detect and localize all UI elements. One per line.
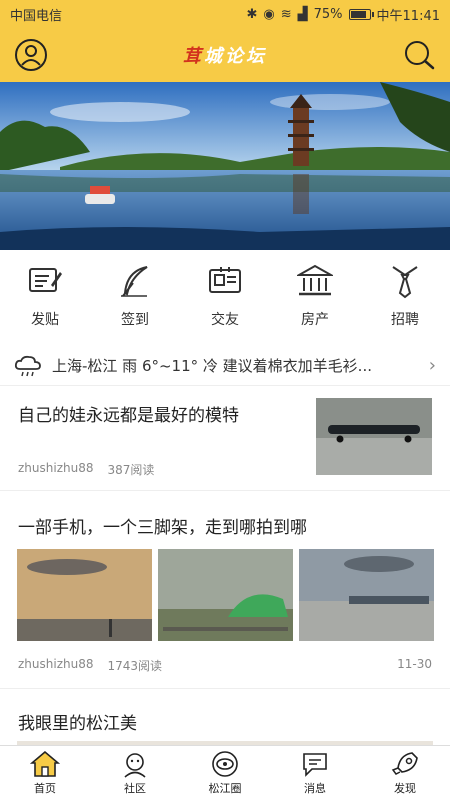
app-logo: 茸城论坛: [183, 42, 267, 68]
post-meta: zhushizhu88 1743阅读 11-30: [18, 657, 432, 674]
tab-songjiang-circle[interactable]: 松江圈: [190, 750, 260, 796]
quicknav-realestate[interactable]: 房产: [280, 263, 350, 329]
logo-first-char: 茸: [183, 46, 204, 67]
post-image: [158, 549, 293, 641]
post-item[interactable]: 一部手机，一个三脚架，走到哪拍到哪 zhushizhu88 1743阅读 11-…: [0, 491, 450, 689]
post-title: 一部手机，一个三脚架，走到哪拍到哪: [18, 518, 307, 538]
quicknav-friends[interactable]: 交友: [190, 263, 260, 329]
weather-text: 上海-松江 雨 6°~11° 冷 建议着棉衣加羊毛衫...: [52, 357, 372, 375]
cloud-rain-icon: [14, 355, 41, 376]
id-card-icon: [209, 267, 241, 293]
feather-icon: [121, 266, 148, 297]
post-images: [17, 549, 434, 641]
post-meta: zhushizhu88 387阅读: [18, 461, 154, 478]
post-image: [299, 549, 434, 641]
post-item[interactable]: 自己的娃永远都是最好的模特 zhushizhu88 387阅读: [0, 387, 450, 491]
bluetooth-icon: ✱: [246, 6, 258, 22]
status-bar: 中国电信 ✱ ◉ ≋ ▟ 75% 中午11:41: [0, 0, 450, 28]
battery-icon: [348, 8, 374, 20]
rocket-icon: [391, 752, 418, 775]
wifi-icon: ≋: [280, 6, 292, 22]
bottom-tab-bar: 首页 社区 松江圈 消息 发现: [0, 745, 450, 800]
signal-icon: ▟: [297, 6, 308, 22]
building-icon: [297, 264, 333, 296]
tab-community-label: 社区: [124, 782, 146, 795]
community-icon: [124, 753, 146, 778]
post-author: zhushizhu88: [18, 657, 94, 671]
post-feed: 自己的娃永远都是最好的模特 zhushizhu88 387阅读 一部手机，一个三…: [0, 387, 450, 745]
home-icon: [30, 750, 60, 777]
tab-community[interactable]: 社区: [100, 750, 170, 796]
tab-songjiang-circle-label: 松江圈: [208, 782, 242, 795]
chevron-right-icon: ›: [428, 355, 436, 376]
post-title: 自己的娃永远都是最好的模特: [18, 406, 239, 426]
post-reads: 387阅读: [107, 463, 155, 477]
profile-button[interactable]: [14, 38, 48, 72]
tab-messages[interactable]: 消息: [280, 750, 350, 796]
tab-discover[interactable]: 发现: [370, 750, 440, 796]
post-item[interactable]: 我眼里的松江美: [0, 689, 450, 745]
post-thumbnail: [316, 398, 432, 475]
clock: 中午11:41: [376, 8, 440, 24]
quick-nav: 发贴 签到 交友 房产 招聘: [0, 250, 450, 342]
banner-scene: [0, 82, 450, 250]
quicknav-friends-label: 交友: [211, 312, 239, 328]
status-right: ✱ ◉ ≋ ▟ 75% 中午11:41: [246, 5, 440, 24]
post-author: zhushizhu88: [18, 461, 94, 475]
circle-eye-icon: [212, 751, 238, 777]
banner-image[interactable]: [0, 82, 450, 250]
quicknav-jobs[interactable]: 招聘: [370, 263, 440, 329]
battery-fill: [350, 10, 366, 18]
quicknav-post[interactable]: 发贴: [10, 263, 80, 329]
search-icon: [405, 41, 435, 70]
battery-percent: 75%: [313, 6, 343, 22]
user-icon: [15, 39, 47, 71]
quicknav-jobs-label: 招聘: [391, 312, 419, 328]
tab-home-label: 首页: [34, 782, 56, 795]
post-icon: [29, 268, 62, 292]
logo-rest: 城论坛: [204, 46, 267, 67]
quicknav-realestate-label: 房产: [301, 312, 329, 328]
quicknav-checkin[interactable]: 签到: [100, 263, 170, 329]
eye-icon: ◉: [263, 6, 275, 22]
post-image: [17, 549, 152, 641]
quicknav-checkin-label: 签到: [121, 312, 149, 328]
weather-bar[interactable]: 上海-松江 雨 6°~11° 冷 建议着棉衣加羊毛衫... ›: [0, 346, 450, 386]
app-header: 茸城论坛: [0, 28, 450, 82]
quicknav-post-label: 发贴: [31, 312, 59, 328]
search-button[interactable]: [402, 38, 436, 72]
post-reads: 1743阅读: [107, 659, 163, 673]
tie-icon: [392, 266, 418, 299]
tab-home[interactable]: 首页: [10, 750, 80, 796]
post-title: 我眼里的松江美: [18, 714, 137, 734]
tab-messages-label: 消息: [304, 782, 326, 795]
tab-discover-label: 发现: [394, 782, 416, 795]
message-icon: [303, 753, 327, 777]
post-date: 11-30: [397, 657, 432, 671]
carrier-label: 中国电信: [10, 8, 63, 24]
